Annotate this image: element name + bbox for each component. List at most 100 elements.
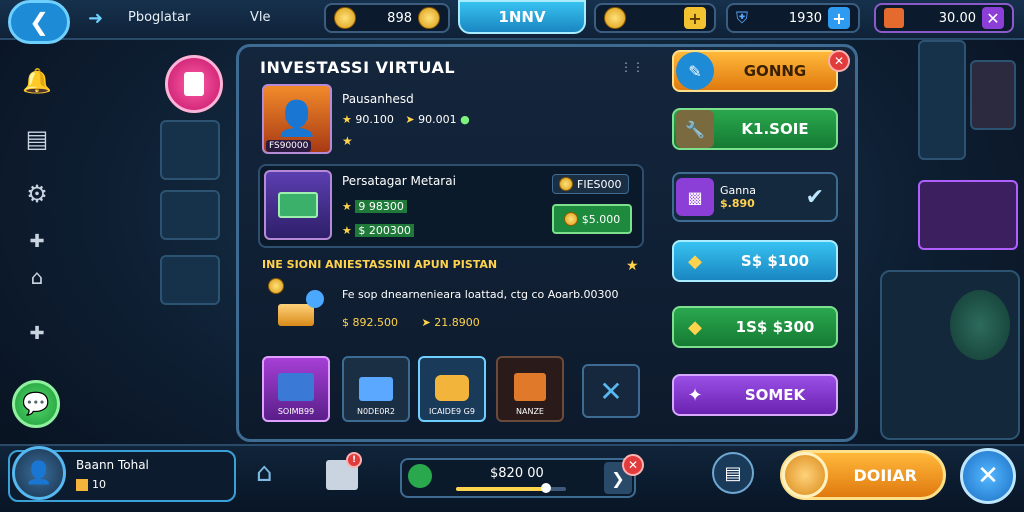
plus-icon[interactable]: ✚ <box>18 314 56 352</box>
game-card-button[interactable]: ▩ Ganna $.890 ✔ <box>672 172 838 222</box>
back-button[interactable]: ❮ <box>8 0 70 44</box>
card2-stat1: 9 98300 <box>355 200 407 213</box>
check-circle-icon: ● <box>460 113 470 126</box>
chat-button[interactable]: 💬 <box>12 380 60 428</box>
shield-icon: ⛨ <box>736 8 749 27</box>
section-description: Fe sop dnearnenieara loattad, ctg co Aoa… <box>342 288 619 301</box>
crate-icon <box>514 373 546 401</box>
arrow-icon-2: ➤ <box>421 316 431 329</box>
profile-level: 10 <box>92 478 106 491</box>
card2-name: Persatagar Metarai <box>342 174 456 188</box>
money-icon <box>408 464 432 488</box>
coin-icon-3 <box>559 177 573 191</box>
item-slot-2[interactable]: N0DE0R2 <box>342 356 410 422</box>
card1-stat2: 90.001 <box>418 113 457 126</box>
section-header: INE SIONI ANIESTASSINI APUN PISTAN <box>262 258 498 271</box>
card2-stat1-row: ★ 9 98300 <box>342 200 407 213</box>
backdrop-neon-sign <box>918 180 1018 250</box>
section-value1: $ 892.500 <box>342 316 398 329</box>
close-top-button[interactable]: ✕ <box>982 7 1004 29</box>
arrow-left-icon: ❮ <box>28 8 50 36</box>
section-value2: 21.8900 <box>434 316 480 329</box>
home-icon[interactable]: ⌂ <box>18 258 56 296</box>
backdrop-lamp <box>950 290 1010 360</box>
slider-fill <box>456 487 547 491</box>
avatar[interactable]: 👤 <box>12 446 66 500</box>
panel-options-icon[interactable]: ⋮⋮ <box>620 60 644 74</box>
cash-pill: 30.00 ✕ <box>874 3 1014 33</box>
wallet-icon <box>435 375 469 401</box>
shield-pill: ⛨ 1930 + <box>726 3 860 33</box>
trash-icon[interactable]: ▤ <box>18 120 56 158</box>
star-icon-2: ★ <box>342 134 353 148</box>
game-card-title: Ganna <box>720 184 756 197</box>
card2-button-label: $5.000 <box>581 212 621 226</box>
claim-coin-icon <box>782 452 828 498</box>
item-slot-1[interactable]: SOIMB99 <box>262 356 330 422</box>
backdrop-panel-left <box>160 120 220 180</box>
game-card-value: $.890 <box>720 197 755 210</box>
coin-icon-4 <box>563 212 578 226</box>
wrench-icon: 🔧 <box>676 110 714 148</box>
favorite-star-icon[interactable]: ★ <box>626 258 639 274</box>
buy-100-button[interactable]: ◆ S$ $100 <box>672 240 838 282</box>
card1-badge: FS90000 <box>266 140 312 152</box>
bell-icon[interactable]: 🔔 <box>18 62 56 100</box>
close-button[interactable]: ✕ <box>960 448 1016 504</box>
level-icon <box>76 478 88 491</box>
inventory-button[interactable]: ▤ <box>712 452 754 494</box>
card1-stat1: 90.100 <box>355 113 394 126</box>
top-arrow-icon[interactable]: ➜ <box>88 8 103 29</box>
note-icon <box>184 72 204 96</box>
gold-bars-thumb <box>268 278 328 336</box>
cash-value: 30.00 <box>938 10 976 26</box>
buy-300-button[interactable]: ◆ 1S$ $300 <box>672 306 838 348</box>
pin-icon[interactable]: ✚ <box>18 222 56 260</box>
close-going-button[interactable]: ✕ <box>828 50 850 72</box>
card2-price: FIES000 <box>577 177 622 191</box>
section-values: $ 892.500 ➤ 21.8900 <box>342 316 480 329</box>
card2-stat2: $ 200300 <box>355 224 414 237</box>
slider-close-button[interactable]: ✕ <box>622 454 644 476</box>
star-icon: ★ <box>342 113 352 126</box>
star-icon-4: ★ <box>342 224 352 237</box>
shield-value: 1930 <box>788 10 822 26</box>
gold-bar-icon <box>278 304 314 326</box>
clear-items-button[interactable]: ✕ <box>582 364 640 418</box>
backdrop-panel-left-2 <box>160 190 220 240</box>
claim-label: DOIIAR <box>853 465 918 485</box>
nav-label[interactable]: Vle <box>250 10 271 25</box>
panel-title: INVESTASSI VIRTUAL <box>260 58 456 77</box>
coin-icon-2 <box>418 7 440 29</box>
mail-notification-badge: ! <box>346 452 362 468</box>
item-label-3: ICAIDE9 G9 <box>429 407 475 416</box>
home-nav-icon[interactable]: ⌂ <box>256 458 273 488</box>
item-label-4: NANZE <box>516 407 544 416</box>
add-gold-button[interactable]: + <box>684 7 706 29</box>
backdrop-machine <box>880 270 1020 440</box>
somek-button[interactable]: ✦ SOMEK <box>672 374 838 416</box>
pencil-icon: ✎ <box>676 52 714 90</box>
ksoie-button[interactable]: 🔧 K1.SOIE <box>672 108 838 150</box>
note-button[interactable] <box>165 55 223 113</box>
item-slot-3[interactable]: ICAIDE9 G9 <box>418 356 486 422</box>
laptop-icon <box>359 377 393 401</box>
profile-level-row: 10 <box>76 478 106 491</box>
card2-buy-button[interactable]: $5.000 <box>552 204 632 234</box>
add-shield-button[interactable]: + <box>828 7 850 29</box>
backdrop-panel-left-3 <box>160 255 220 305</box>
person-icon: 👤 <box>275 99 319 139</box>
card1-stats: ★ 90.100 ➤ 90.001 ● <box>342 113 470 126</box>
slider-value: $820 00 <box>490 466 544 481</box>
going-button[interactable]: ✎ GONNG <box>672 50 838 92</box>
item-label-2: N0DE0R2 <box>356 407 396 416</box>
settings-icon[interactable]: ⚙ <box>18 175 56 213</box>
coin-icon-5 <box>268 278 284 294</box>
backdrop-poster-right <box>918 40 966 160</box>
screen-title: Pboglatar <box>128 10 191 25</box>
ticket-icon: ▩ <box>676 178 714 216</box>
item-label-1: SOIMB99 <box>277 407 315 416</box>
arrow-icon: ➤ <box>405 113 415 126</box>
item-slot-4[interactable]: NANZE <box>496 356 564 422</box>
tab-active[interactable]: 1NNV <box>458 0 586 34</box>
